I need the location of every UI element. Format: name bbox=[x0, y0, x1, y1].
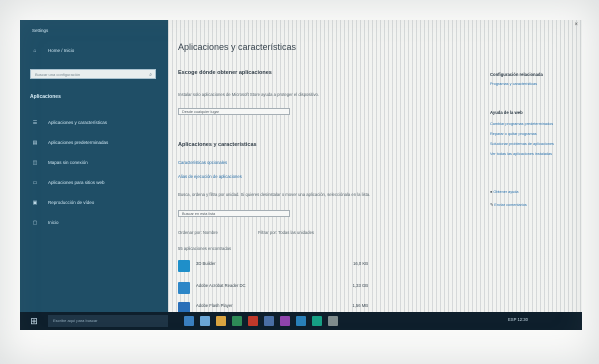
app-name: 3D Builder bbox=[196, 261, 216, 266]
optional-features-link[interactable]: Características opcionales bbox=[178, 160, 227, 165]
sidebar-item-startup[interactable]: ▢ Inicio bbox=[20, 216, 168, 230]
sidebar-item-label: Aplicaciones para sitios web bbox=[48, 180, 105, 185]
app-name: Adobe Flash Player bbox=[196, 303, 233, 308]
apps-section-heading: Aplicaciones y características bbox=[178, 142, 257, 148]
sidebar-item-label: Aplicaciones predeterminadas bbox=[48, 140, 109, 145]
page-title: Aplicaciones y características bbox=[178, 42, 297, 52]
filter-dropdown[interactable]: Filtrar por: Todas las unidades bbox=[258, 230, 314, 235]
sidebar-item-label: Reproducción de vídeo bbox=[48, 200, 95, 205]
list-item[interactable]: Adobe Acrobat Reader DC 1,33 GB bbox=[178, 282, 368, 296]
feedback-label: Enviar comentarios bbox=[494, 203, 527, 207]
home-icon: ⌂ bbox=[33, 48, 37, 54]
execution-alias-link[interactable]: Alias de ejecución de aplicaciones bbox=[178, 174, 242, 179]
taskbar-app-icon[interactable] bbox=[312, 316, 322, 326]
taskbar: ⊞ Escribe aquí para buscar ESP 12:30 bbox=[20, 312, 582, 330]
search-placeholder: Escribe aquí para buscar bbox=[53, 318, 98, 323]
sidebar: Settings ⌂ Home / Inicio Buscar una conf… bbox=[20, 20, 168, 312]
app-icon bbox=[178, 260, 190, 272]
app-icon bbox=[178, 282, 190, 294]
taskbar-app-icon[interactable] bbox=[264, 316, 274, 326]
taskbar-app-icon[interactable] bbox=[248, 316, 258, 326]
apps-list-icon: ☰ bbox=[32, 120, 38, 126]
search-icon: ⌕ bbox=[149, 72, 152, 78]
close-icon[interactable]: × bbox=[574, 22, 578, 28]
sidebar-item-label: Home / Inicio bbox=[48, 48, 75, 53]
settings-search-input[interactable]: Buscar una configuración ⌕ bbox=[30, 69, 156, 79]
help-link[interactable]: Cambiar programas predeterminados bbox=[490, 122, 553, 126]
app-size: 1,56 MB bbox=[352, 303, 368, 308]
sidebar-item-video-playback[interactable]: ▣ Reproducción de vídeo bbox=[20, 196, 168, 210]
startup-icon: ▢ bbox=[32, 220, 38, 226]
sidebar-item-label: Inicio bbox=[48, 220, 59, 225]
main-content: Aplicaciones y características Escoge dó… bbox=[168, 20, 582, 314]
dropdown-value: Desde cualquier lugar bbox=[182, 110, 219, 114]
sidebar-item-label: Aplicaciones y características bbox=[48, 120, 108, 125]
feedback-link[interactable]: ✎ Enviar comentarios bbox=[490, 202, 527, 207]
search-placeholder: Buscar una configuración bbox=[35, 72, 81, 77]
taskbar-app-icon[interactable] bbox=[280, 316, 290, 326]
sidebar-section-title: Aplicaciones bbox=[30, 94, 61, 100]
app-size: 1,33 GB bbox=[352, 283, 368, 288]
help-link[interactable]: Solucionar problemas de aplicaciones bbox=[490, 142, 554, 146]
app-name: Adobe Acrobat Reader DC bbox=[196, 283, 246, 288]
help-link[interactable]: Reparar o quitar programas bbox=[490, 132, 537, 136]
programs-features-link[interactable]: Programas y características bbox=[490, 82, 537, 86]
sidebar-item-websites-apps[interactable]: ▭ Aplicaciones para sitios web bbox=[20, 176, 168, 190]
taskbar-search-input[interactable]: Escribe aquí para buscar bbox=[48, 315, 168, 327]
apps-count: 55 aplicaciones encontradas bbox=[178, 246, 232, 251]
chat-icon: ● bbox=[490, 190, 493, 194]
feedback-icon: ✎ bbox=[490, 203, 494, 207]
sidebar-item-apps-features[interactable]: ☰ Aplicaciones y características bbox=[20, 116, 168, 130]
search-placeholder: Buscar en esta lista bbox=[182, 212, 216, 216]
window-title: Settings bbox=[32, 28, 49, 33]
install-section-heading: Escoge dónde obtener aplicaciones bbox=[178, 70, 272, 76]
taskbar-app-icon[interactable] bbox=[328, 316, 338, 326]
sort-dropdown[interactable]: Ordenar por: Nombre bbox=[178, 230, 218, 235]
get-help-link[interactable]: ● Obtener ayuda bbox=[490, 190, 518, 194]
list-item[interactable]: 3D Builder 16,0 KB bbox=[178, 260, 368, 274]
taskbar-app-icon[interactable] bbox=[296, 316, 306, 326]
help-link[interactable]: Ver todas las aplicaciones instaladas bbox=[490, 152, 552, 156]
sidebar-item-offline-maps[interactable]: ◫ Mapas sin conexión bbox=[20, 156, 168, 170]
windows-start-icon[interactable]: ⊞ bbox=[28, 315, 40, 327]
system-tray[interactable]: ESP 12:30 bbox=[508, 317, 528, 322]
app-size: 16,0 KB bbox=[353, 261, 368, 266]
taskbar-app-icon[interactable] bbox=[232, 316, 242, 326]
sidebar-item-default-apps[interactable]: ▤ Aplicaciones predeterminadas bbox=[20, 136, 168, 150]
apps-search-input[interactable]: Buscar en esta lista bbox=[178, 210, 290, 217]
get-help-label: Obtener ayuda bbox=[493, 190, 519, 194]
help-heading: Ayuda de la web bbox=[490, 110, 523, 115]
window-title-bar: Settings bbox=[20, 24, 168, 38]
related-heading: Configuración relacionada bbox=[490, 72, 543, 77]
install-section-description: Instalar solo aplicaciones de Microsoft … bbox=[178, 92, 320, 97]
apps-section-description: Busca, ordena y filtra por unidad. Si qu… bbox=[178, 192, 371, 197]
default-apps-icon: ▤ bbox=[32, 140, 38, 146]
taskbar-app-icon[interactable] bbox=[184, 316, 194, 326]
offline-maps-icon: ◫ bbox=[32, 160, 38, 166]
settings-window: Settings ⌂ Home / Inicio Buscar una conf… bbox=[20, 20, 582, 330]
websites-apps-icon: ▭ bbox=[32, 180, 38, 186]
sidebar-item-label: Mapas sin conexión bbox=[48, 160, 88, 165]
taskbar-app-icon[interactable] bbox=[200, 316, 210, 326]
video-playback-icon: ▣ bbox=[32, 200, 38, 206]
taskbar-app-icon[interactable] bbox=[216, 316, 226, 326]
sidebar-item-home[interactable]: ⌂ Home / Inicio bbox=[20, 44, 168, 58]
install-source-dropdown[interactable]: Desde cualquier lugar bbox=[178, 108, 290, 115]
